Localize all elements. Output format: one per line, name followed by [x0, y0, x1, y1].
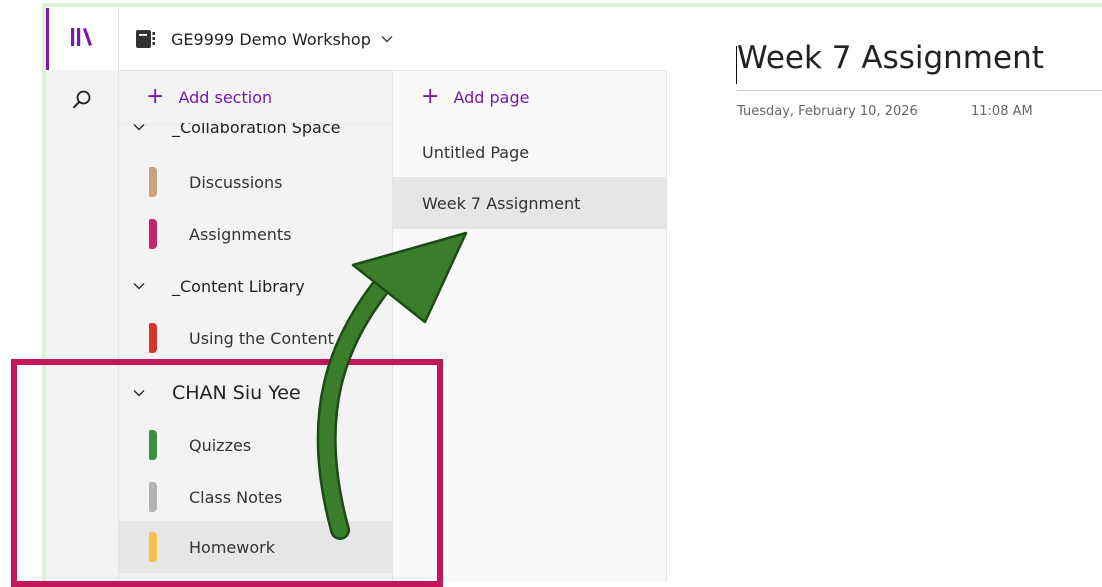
chevron-down-icon[interactable] — [133, 386, 147, 401]
pages-pane: + Add page Untitled Page Week 7 Assignme… — [393, 71, 667, 582]
plus-icon: + — [146, 84, 165, 109]
section-color-tab — [149, 430, 157, 460]
page-label: Untitled Page — [422, 142, 530, 162]
page-canvas[interactable]: Week 7 Assignment Tuesday, February 10, … — [667, 8, 1102, 582]
section-label: Quizzes — [189, 435, 252, 455]
section-class-notes[interactable]: Class Notes — [119, 471, 392, 523]
notebook-title: GE9999 Demo Workshop — [171, 29, 371, 49]
page-date: Tuesday, February 10, 2026 — [737, 104, 918, 119]
library-icon — [69, 26, 95, 52]
section-label: Class Notes — [189, 487, 283, 507]
notebook-switcher[interactable]: GE9999 Demo Workshop — [119, 8, 666, 71]
nav-rail — [46, 8, 119, 582]
page-week-7-assignment[interactable]: Week 7 Assignment — [393, 177, 666, 229]
add-section-label: Add section — [178, 87, 273, 107]
section-group-content-library[interactable]: _Content Library — [119, 260, 392, 312]
page-title[interactable]: Week 7 Assignment — [737, 40, 1044, 76]
section-color-tab — [149, 482, 157, 512]
section-group-label: CHAN Siu Yee — [172, 382, 301, 404]
page-time: 11:08 AM — [971, 104, 1033, 119]
section-quizzes[interactable]: Quizzes — [119, 419, 392, 471]
search-button[interactable] — [46, 71, 118, 133]
search-icon — [71, 89, 93, 115]
notebook-icon — [136, 29, 156, 49]
section-label: Assignments — [189, 224, 292, 244]
title-underline — [737, 90, 1102, 91]
plus-icon: + — [421, 84, 440, 109]
section-label: Homework — [189, 537, 275, 557]
section-group-chan-siu-yee[interactable]: CHAN Siu Yee — [119, 367, 392, 419]
section-discussions[interactable]: Discussions — [119, 156, 392, 208]
notebooks-button[interactable] — [46, 8, 118, 70]
section-label: Using the Content L — [189, 328, 348, 348]
page-label: Week 7 Assignment — [422, 193, 581, 213]
section-homework[interactable]: Homework — [119, 521, 392, 573]
window-frame-top — [42, 3, 1102, 7]
section-assignments[interactable]: Assignments — [119, 208, 392, 260]
section-color-tab — [149, 167, 157, 197]
add-page-button[interactable]: + Add page — [393, 71, 666, 123]
add-section-button[interactable]: + Add section — [119, 71, 392, 123]
section-color-tab — [149, 532, 157, 562]
sections-pane: _Collaboration Space + Add section Discu… — [119, 71, 393, 582]
chevron-down-icon[interactable] — [133, 279, 147, 294]
add-page-label: Add page — [453, 87, 530, 107]
section-using-content-library[interactable]: Using the Content L — [119, 312, 392, 364]
page-untitled[interactable]: Untitled Page — [393, 126, 666, 178]
section-group-label: _Content Library — [172, 276, 305, 296]
section-color-tab — [149, 219, 157, 249]
section-color-tab — [149, 323, 157, 353]
section-label: Discussions — [189, 172, 283, 192]
chevron-down-icon — [381, 31, 393, 47]
